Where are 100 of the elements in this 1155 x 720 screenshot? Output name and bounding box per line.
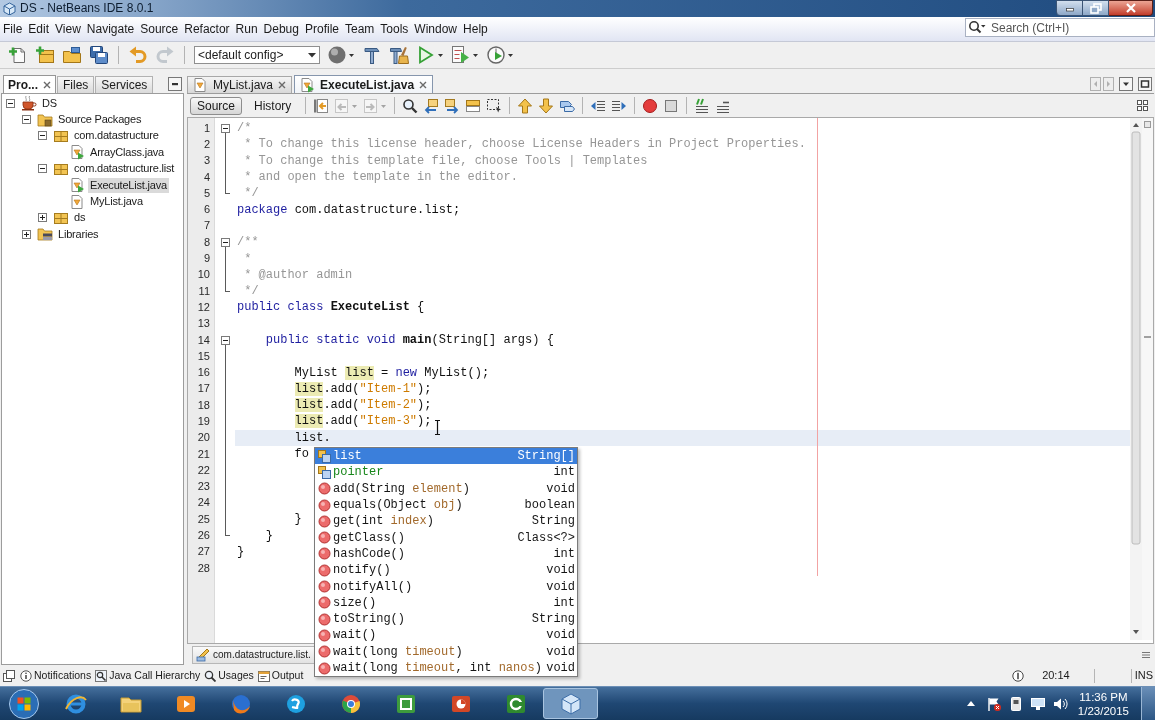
- restore-button[interactable]: [1083, 0, 1109, 16]
- page-arrow-icon[interactable]: [313, 97, 330, 114]
- stop-icon[interactable]: [663, 97, 680, 114]
- menu-item[interactable]: Team: [342, 20, 378, 38]
- field-icon: [318, 449, 331, 463]
- collapse-icon[interactable]: [38, 131, 47, 141]
- dashed-rectangle-icon[interactable]: [486, 97, 503, 114]
- completion-item[interactable]: pointer int: [315, 464, 577, 481]
- tree-item[interactable]: ArrayClass.java: [88, 144, 167, 160]
- tree-item[interactable]: DS: [40, 95, 59, 111]
- dropdown-icon[interactable]: [1119, 77, 1133, 91]
- debug-icon[interactable]: [451, 45, 479, 65]
- tree-item[interactable]: MyList.java: [88, 194, 145, 210]
- collapse-icon[interactable]: [6, 98, 15, 108]
- menu-item[interactable]: Help: [460, 20, 491, 38]
- new-file-icon[interactable]: [8, 45, 28, 65]
- network-icon[interactable]: [1029, 695, 1046, 712]
- tree-item[interactable]: com.datastructure: [72, 128, 161, 144]
- close-icon[interactable]: [419, 80, 428, 89]
- output-tab[interactable]: Notifications: [20, 667, 96, 684]
- expand-icon[interactable]: [38, 213, 47, 223]
- notification-icon[interactable]: [1012, 669, 1025, 682]
- find-next-icon[interactable]: [444, 97, 461, 114]
- completion-item[interactable]: notifyAll() void: [315, 578, 577, 595]
- completion-item[interactable]: hashCode() int: [315, 545, 577, 563]
- completion-item[interactable]: notify() void: [315, 562, 577, 579]
- search-icon[interactable]: [402, 97, 419, 114]
- vertical-scrollbar[interactable]: [1130, 118, 1142, 640]
- show-desktop-button[interactable]: [1141, 687, 1155, 720]
- new-folder-icon[interactable]: [35, 45, 55, 65]
- panel-tab[interactable]: Services: [95, 76, 154, 93]
- menu-item[interactable]: File: [0, 20, 26, 38]
- menu-item[interactable]: Refactor: [181, 20, 233, 38]
- view-tab[interactable]: Source: [190, 96, 243, 115]
- search-field[interactable]: Search (Ctrl+I): [965, 18, 1155, 37]
- collapse-icon[interactable]: [22, 115, 31, 125]
- completion-item[interactable]: toString() String: [315, 610, 577, 628]
- open-folder-icon[interactable]: [62, 45, 82, 65]
- collapse-icon[interactable]: [38, 164, 47, 174]
- menu-item[interactable]: Run: [232, 20, 261, 38]
- menu-item[interactable]: Source: [137, 20, 182, 38]
- editor-tab[interactable]: MyList.java: [187, 76, 293, 93]
- config-combo[interactable]: <default config>: [194, 46, 320, 64]
- tree-item[interactable]: com.datastructure.list: [72, 161, 177, 177]
- output-tab[interactable]: Usages: [204, 667, 258, 684]
- menu-item[interactable]: Profile: [302, 20, 342, 38]
- completion-item[interactable]: add(String element) void: [315, 480, 577, 497]
- maximize-icon[interactable]: [1138, 77, 1152, 91]
- hammer-broom-icon[interactable]: [389, 45, 409, 65]
- start-orb-icon[interactable]: [8, 687, 40, 720]
- tree-item[interactable]: ds: [72, 210, 88, 226]
- run-icon[interactable]: [416, 45, 444, 65]
- completion-item[interactable]: getClass() Class<?>: [315, 529, 577, 546]
- collapse-icon[interactable]: [220, 335, 230, 345]
- clock-play-icon[interactable]: [486, 45, 514, 65]
- completion-item[interactable]: size() int: [315, 594, 577, 611]
- minimize-icon[interactable]: [168, 77, 182, 91]
- expand-icon[interactable]: [22, 229, 31, 239]
- menu-item[interactable]: Window: [411, 20, 461, 38]
- save-all-icon[interactable]: [89, 45, 109, 65]
- stacked-windows-icon[interactable]: [3, 669, 15, 682]
- menu-item[interactable]: Debug: [260, 20, 302, 38]
- completion-item[interactable]: get(int index) String: [315, 513, 577, 530]
- close-button[interactable]: [1109, 0, 1153, 16]
- view-tab[interactable]: History: [247, 96, 299, 115]
- completion-item[interactable]: wait(long timeout, int nanos) void: [315, 659, 577, 677]
- find-previous-icon[interactable]: [423, 97, 440, 114]
- grip-icon[interactable]: [1142, 650, 1150, 659]
- minimize-button[interactable]: [1056, 0, 1083, 16]
- output-tab[interactable]: Output: [257, 667, 308, 684]
- package-folder-icon: [37, 111, 53, 128]
- record-icon[interactable]: [642, 97, 659, 114]
- tree-item[interactable]: ExecuteList.java: [88, 177, 169, 193]
- menu-item[interactable]: View: [52, 20, 84, 38]
- output-tab[interactable]: Java Call Hierarchy: [95, 667, 205, 684]
- highlight-icon[interactable]: [465, 97, 482, 114]
- menu-item[interactable]: Navigate: [83, 20, 138, 38]
- completion-item[interactable]: wait(long timeout) void: [315, 643, 577, 660]
- grid-icon[interactable]: [1137, 100, 1148, 111]
- collapse-icon[interactable]: [220, 238, 230, 248]
- tree-item[interactable]: Source Packages: [56, 112, 144, 128]
- globe-icon[interactable]: [327, 45, 355, 65]
- panel-tab[interactable]: Pro...: [3, 75, 56, 93]
- tree-item[interactable]: Libraries: [56, 226, 101, 242]
- search-icon[interactable]: [968, 20, 986, 34]
- panel-tab[interactable]: Files: [57, 76, 95, 93]
- collapse-icon[interactable]: [220, 124, 230, 133]
- menu-item[interactable]: Edit: [25, 20, 53, 38]
- up-arrow-icon[interactable]: [517, 97, 534, 114]
- close-icon[interactable]: [43, 80, 51, 89]
- down-arrow-icon[interactable]: [538, 97, 555, 114]
- flag-icon[interactable]: [985, 695, 1002, 712]
- completion-item[interactable]: equals(Object obj) boolean: [315, 496, 577, 514]
- editor-tab[interactable]: ExecuteList.java: [294, 75, 434, 93]
- breadcrumb[interactable]: com.datastructure.list.: [192, 645, 315, 664]
- hammer-icon[interactable]: [362, 45, 382, 65]
- comment-icon[interactable]: [694, 97, 711, 114]
- menu-item[interactable]: Tools: [377, 20, 412, 38]
- completion-item[interactable]: wait() void: [315, 627, 577, 644]
- close-icon[interactable]: [278, 81, 287, 89]
